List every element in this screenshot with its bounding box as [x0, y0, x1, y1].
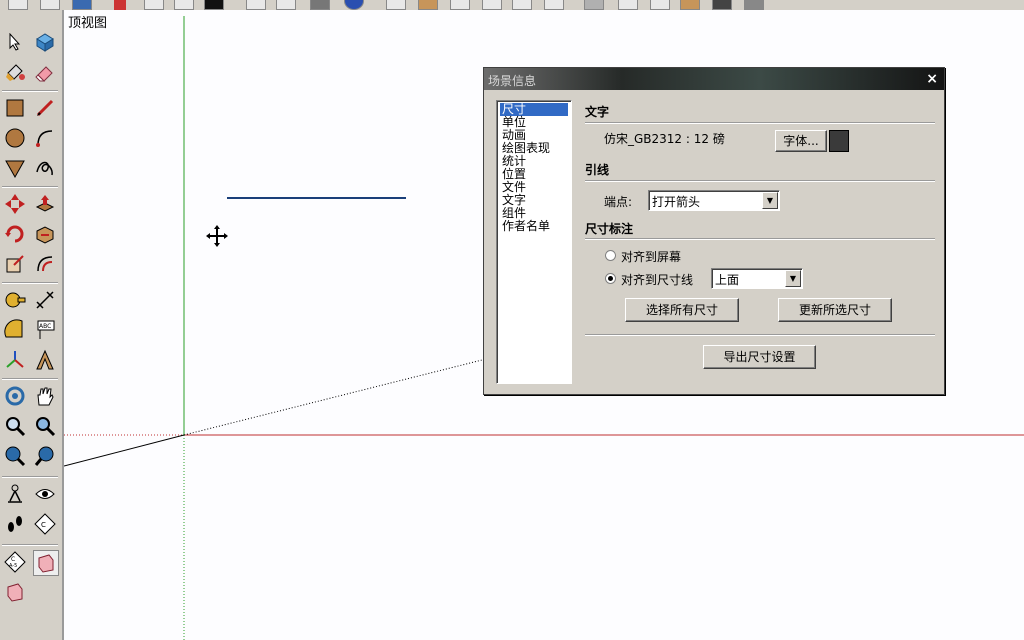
solid-guide-line — [64, 434, 185, 467]
polygon-icon[interactable] — [3, 156, 27, 180]
move-cursor-icon — [206, 225, 228, 247]
hidden-line-icon[interactable] — [650, 0, 670, 10]
paint-bucket-icon[interactable] — [3, 60, 27, 84]
svg-text:C: C — [11, 556, 15, 563]
save-icon[interactable] — [72, 0, 92, 10]
align-dimline-label[interactable]: 对齐到尺寸线 — [621, 271, 693, 288]
erase-icon[interactable] — [204, 0, 224, 10]
left-toolbar: ABC C C A-5 — [0, 10, 64, 640]
endpoint-label: 端点: — [604, 195, 633, 209]
info-icon[interactable] — [344, 0, 364, 10]
dialog-titlebar[interactable]: 场景信息 × — [484, 68, 944, 90]
chevron-down-icon: ▼ — [785, 270, 801, 287]
wireframe-icon[interactable] — [618, 0, 638, 10]
text-section-title: 文字 — [585, 105, 610, 119]
undo-icon[interactable] — [246, 0, 266, 10]
zoom-extents-icon[interactable] — [3, 444, 27, 468]
model-info-dialog: 场景信息 × 尺寸 单位 动画 绘图表现 统计 位置 文件 文字 组件 作者名单… — [483, 67, 945, 395]
eraser-icon[interactable] — [33, 60, 57, 84]
rectangle-icon[interactable] — [3, 96, 27, 120]
update-selected-dimensions-button[interactable]: 更新所选尺寸 — [778, 298, 892, 322]
axes-icon[interactable] — [3, 348, 27, 372]
scale-icon[interactable] — [3, 252, 27, 276]
iso-icon[interactable] — [386, 0, 406, 10]
protractor-icon[interactable] — [3, 318, 27, 342]
textured-icon[interactable] — [712, 0, 732, 10]
nav-item-credits[interactable]: 作者名单 — [500, 220, 552, 233]
print-icon[interactable] — [310, 0, 330, 10]
chevron-down-icon: ▼ — [762, 192, 778, 209]
follow-me-icon[interactable] — [33, 222, 57, 246]
monochrome-icon[interactable] — [744, 0, 764, 10]
offset-icon[interactable] — [33, 252, 57, 276]
paste-icon[interactable] — [174, 0, 194, 10]
font-value: 仿宋_GB2312 : 12 磅 — [604, 132, 725, 146]
dotted-guide-line — [183, 359, 483, 436]
align-screen-label[interactable]: 对齐到屏幕 — [621, 248, 681, 265]
push-pull-icon[interactable] — [33, 192, 57, 216]
dimension-section-title: 尺寸标注 — [585, 222, 634, 236]
close-icon[interactable]: × — [926, 71, 938, 87]
svg-text:A-5: A-5 — [9, 563, 17, 569]
move-icon[interactable] — [3, 192, 27, 216]
orbit-icon[interactable] — [3, 384, 27, 408]
align-position-select[interactable]: 上面 ▼ — [711, 268, 803, 289]
walk-icon[interactable] — [3, 512, 27, 536]
category-list[interactable]: 尺寸 单位 动画 绘图表现 统计 位置 文件 文字 组件 作者名单 — [496, 100, 572, 384]
dimension-icon[interactable] — [33, 288, 57, 312]
look-around-icon[interactable] — [33, 482, 57, 506]
select-all-dimensions-button[interactable]: 选择所有尺寸 — [625, 298, 739, 322]
tape-measure-icon[interactable] — [3, 288, 27, 312]
redo-icon[interactable] — [276, 0, 296, 10]
back-icon[interactable] — [512, 0, 532, 10]
component-icon[interactable] — [33, 30, 57, 54]
right-icon[interactable] — [482, 0, 502, 10]
left-icon[interactable] — [544, 0, 564, 10]
cut-icon[interactable] — [114, 0, 126, 10]
3d-text-icon[interactable] — [33, 348, 57, 372]
export-dimension-settings-button[interactable]: 导出尺寸设置 — [703, 345, 816, 369]
arc-icon[interactable] — [33, 126, 57, 150]
text-color-swatch[interactable] — [829, 130, 849, 152]
svg-text:ABC: ABC — [39, 323, 51, 330]
svg-text:C: C — [41, 521, 46, 529]
freehand-icon[interactable] — [33, 156, 57, 180]
section-display-icon[interactable] — [33, 550, 59, 576]
section-fill-icon[interactable] — [3, 580, 27, 604]
section-icon[interactable]: C A-5 — [3, 550, 27, 574]
leader-section-title: 引线 — [585, 163, 610, 177]
select-icon[interactable] — [3, 30, 27, 54]
top-icon[interactable] — [418, 0, 438, 10]
shaded-icon[interactable] — [680, 0, 700, 10]
align-screen-radio[interactable] — [605, 250, 616, 261]
view-label: 顶视图 — [68, 16, 108, 31]
new-icon[interactable] — [8, 0, 28, 10]
zoom-icon[interactable] — [3, 414, 27, 438]
dialog-title: 场景信息 — [488, 74, 537, 88]
copy-icon[interactable] — [144, 0, 164, 10]
text-icon[interactable]: ABC — [33, 318, 57, 342]
circle-icon[interactable] — [3, 126, 27, 150]
pan-icon[interactable] — [33, 384, 57, 408]
zoom-window-icon[interactable] — [33, 414, 57, 438]
line-icon[interactable] — [33, 96, 57, 120]
previous-icon[interactable] — [33, 444, 57, 468]
open-icon[interactable] — [40, 0, 60, 10]
xray-icon[interactable] — [584, 0, 604, 10]
endpoint-select[interactable]: 打开箭头 ▼ — [648, 190, 780, 211]
rotate-icon[interactable] — [3, 222, 27, 246]
position-camera-icon[interactable] — [3, 482, 27, 506]
section-plane-icon[interactable]: C — [33, 512, 57, 536]
align-dimline-radio[interactable] — [605, 273, 616, 284]
font-button[interactable]: 字体... — [775, 130, 827, 152]
front-icon[interactable] — [450, 0, 470, 10]
